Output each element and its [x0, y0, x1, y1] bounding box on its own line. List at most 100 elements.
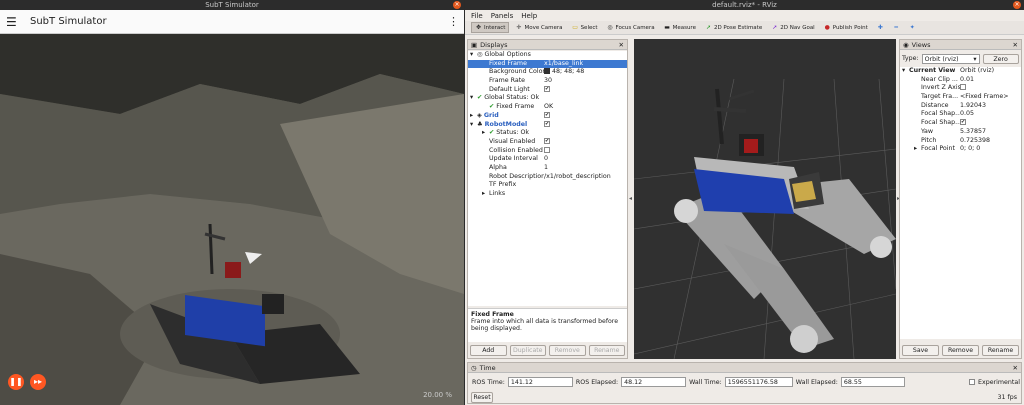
tree-row-value[interactable]: 0.725398: [960, 137, 1021, 146]
view-type-select[interactable]: Orbit (rviz) ▾: [921, 53, 980, 64]
checkbox[interactable]: ✔: [544, 120, 550, 127]
tree-row[interactable]: Fixed Frame x1/base_link: [468, 59, 627, 69]
checkbox[interactable]: [544, 146, 550, 153]
tree-row-value[interactable]: /x1/robot_description: [544, 173, 627, 182]
wall-time-field[interactable]: 1596551176.58: [724, 377, 793, 387]
collapse-left-icon[interactable]: ◂: [629, 195, 632, 202]
tree-row[interactable]: ✔ Fixed Frame OK: [468, 103, 627, 112]
tree-row-value[interactable]: 1.92043: [960, 102, 1021, 111]
ros-elapsed-field[interactable]: 48.12: [621, 377, 687, 387]
tree-row-value[interactable]: 1: [544, 164, 627, 173]
rename-view-button[interactable]: Rename: [982, 345, 1019, 356]
tree-row[interactable]: ▸ Focal Point 0; 0; 0: [900, 145, 1021, 154]
tree-row[interactable]: ▾ ♣ RobotModel ✔: [468, 120, 627, 130]
close-icon[interactable]: ✕: [1013, 364, 1018, 372]
experimental-checkbox[interactable]: [969, 379, 975, 385]
tree-row[interactable]: ▾ ◎ Global Options: [468, 51, 627, 60]
close-icon[interactable]: ✕: [619, 41, 624, 49]
tree-row-value[interactable]: 0.01: [960, 76, 1021, 85]
tree-row[interactable]: Pitch 0.725398: [900, 137, 1021, 146]
checkbox[interactable]: ✔: [960, 119, 966, 126]
tree-row-value[interactable]: ✔: [544, 111, 627, 121]
tool-pose-estimate[interactable]: ➚ 2D Pose Estimate: [702, 22, 765, 33]
tree-row[interactable]: Collision Enabled: [468, 146, 627, 156]
simulation-viewport[interactable]: 20.00 %: [0, 34, 464, 405]
tree-row-value[interactable]: 0.05: [960, 110, 1021, 119]
tree-row-value[interactable]: ✔: [544, 120, 627, 130]
tool-options[interactable]: ✦: [906, 22, 919, 33]
checkbox[interactable]: ✔: [544, 85, 550, 92]
tool-focus-camera[interactable]: ◎ Focus Camera: [604, 22, 658, 33]
expander-icon[interactable]: ▾: [470, 94, 477, 103]
tree-row[interactable]: Invert Z Axis: [900, 84, 1021, 93]
tree-row-value[interactable]: 5.37857: [960, 128, 1021, 137]
tree-row-value[interactable]: ✔: [960, 119, 1021, 128]
tree-row[interactable]: Distance 1.92043: [900, 102, 1021, 111]
add-button[interactable]: Add: [470, 345, 507, 356]
tree-row[interactable]: Focal Shap... 0.05: [900, 110, 1021, 119]
tool-publish-point[interactable]: ● Publish Point: [821, 22, 871, 33]
menu-help[interactable]: Help: [521, 12, 537, 20]
reset-button[interactable]: Reset: [471, 392, 493, 403]
tree-row-value[interactable]: 0: [544, 155, 627, 164]
tree-row[interactable]: Yaw 5.37857: [900, 128, 1021, 137]
tree-row[interactable]: ▸ ✔ Status: Ok: [468, 129, 627, 138]
tool-remove[interactable]: ━: [890, 22, 903, 33]
tree-row-value[interactable]: [544, 129, 627, 138]
tree-row[interactable]: Default Light ✔: [468, 85, 627, 95]
checkbox[interactable]: ✔: [544, 137, 550, 144]
remove-button[interactable]: Remove: [549, 345, 586, 356]
tool-measure[interactable]: ▬ Measure: [661, 22, 699, 33]
tree-row-value[interactable]: 0; 0; 0: [960, 145, 1021, 154]
tree-row[interactable]: Frame Rate 30: [468, 77, 627, 86]
tree-row[interactable]: Near Clip ... 0.01: [900, 76, 1021, 85]
tree-row[interactable]: Target Fra... <Fixed Frame>: [900, 93, 1021, 102]
tree-row[interactable]: ▾ ✔ Global Status: Ok: [468, 94, 627, 103]
menu-panels[interactable]: Panels: [491, 12, 514, 20]
tree-row-value[interactable]: [544, 51, 627, 60]
expander-icon[interactable]: ▸: [914, 145, 921, 154]
tool-add[interactable]: ✚: [874, 22, 887, 33]
expander-icon[interactable]: ▸: [482, 129, 489, 138]
more-vert-icon[interactable]: ⋮: [448, 15, 459, 28]
fast-forward-icon[interactable]: ▸▸: [30, 374, 46, 390]
expander-icon[interactable]: ▸: [470, 112, 477, 121]
tree-row-value[interactable]: <Fixed Frame>: [960, 93, 1021, 102]
close-icon[interactable]: ×: [453, 1, 461, 9]
pause-icon[interactable]: ❚❚: [8, 374, 24, 390]
tree-row[interactable]: ▸ ◈ Grid ✔: [468, 111, 627, 121]
tree-row[interactable]: Alpha 1: [468, 164, 627, 173]
ros-time-field[interactable]: 141.12: [507, 377, 573, 387]
tree-row[interactable]: Robot Description/x1/robot_description: [468, 173, 627, 182]
tree-row-value[interactable]: 48; 48; 48: [544, 68, 627, 77]
expander-icon[interactable]: ▾: [470, 121, 477, 130]
tree-row[interactable]: Background Color 48; 48; 48: [468, 68, 627, 77]
checkbox[interactable]: ✔: [544, 111, 550, 118]
tree-row[interactable]: Visual Enabled ✔: [468, 137, 627, 147]
tree-row-value[interactable]: ✔: [544, 85, 627, 95]
tree-row[interactable]: TF Prefix: [468, 181, 627, 190]
remove-view-button[interactable]: Remove: [942, 345, 979, 356]
tree-row-value[interactable]: [544, 181, 627, 190]
tree-row-value[interactable]: OK: [544, 103, 627, 112]
render-3d-view[interactable]: [634, 39, 896, 359]
expander-icon[interactable]: ▸: [482, 190, 489, 199]
wall-elapsed-field[interactable]: 68.55: [840, 377, 905, 387]
tool-interact[interactable]: ✥ Interact: [471, 22, 510, 33]
expander-icon[interactable]: ▾: [470, 51, 477, 60]
rename-button[interactable]: Rename: [588, 345, 625, 356]
hamburger-menu-icon[interactable]: ☰: [6, 15, 24, 29]
expander-icon[interactable]: ▾: [902, 67, 909, 76]
tree-row-value[interactable]: x1/base_link: [544, 60, 627, 69]
tree-row-value[interactable]: 30: [544, 77, 627, 86]
tool-select[interactable]: ▭ Select: [569, 22, 601, 33]
tree-row[interactable]: Update Interval 0: [468, 155, 627, 164]
tool-nav-goal[interactable]: ➚ 2D Nav Goal: [768, 22, 818, 33]
tree-row-value[interactable]: [544, 94, 627, 103]
tree-row-value[interactable]: [544, 190, 627, 199]
close-icon[interactable]: ×: [1013, 1, 1021, 9]
tree-row[interactable]: ▾ Current View Orbit (rviz): [900, 67, 1021, 76]
tree-row[interactable]: Focal Shap... ✔: [900, 119, 1021, 128]
checkbox[interactable]: [960, 84, 966, 91]
tree-row-value[interactable]: [544, 146, 627, 156]
